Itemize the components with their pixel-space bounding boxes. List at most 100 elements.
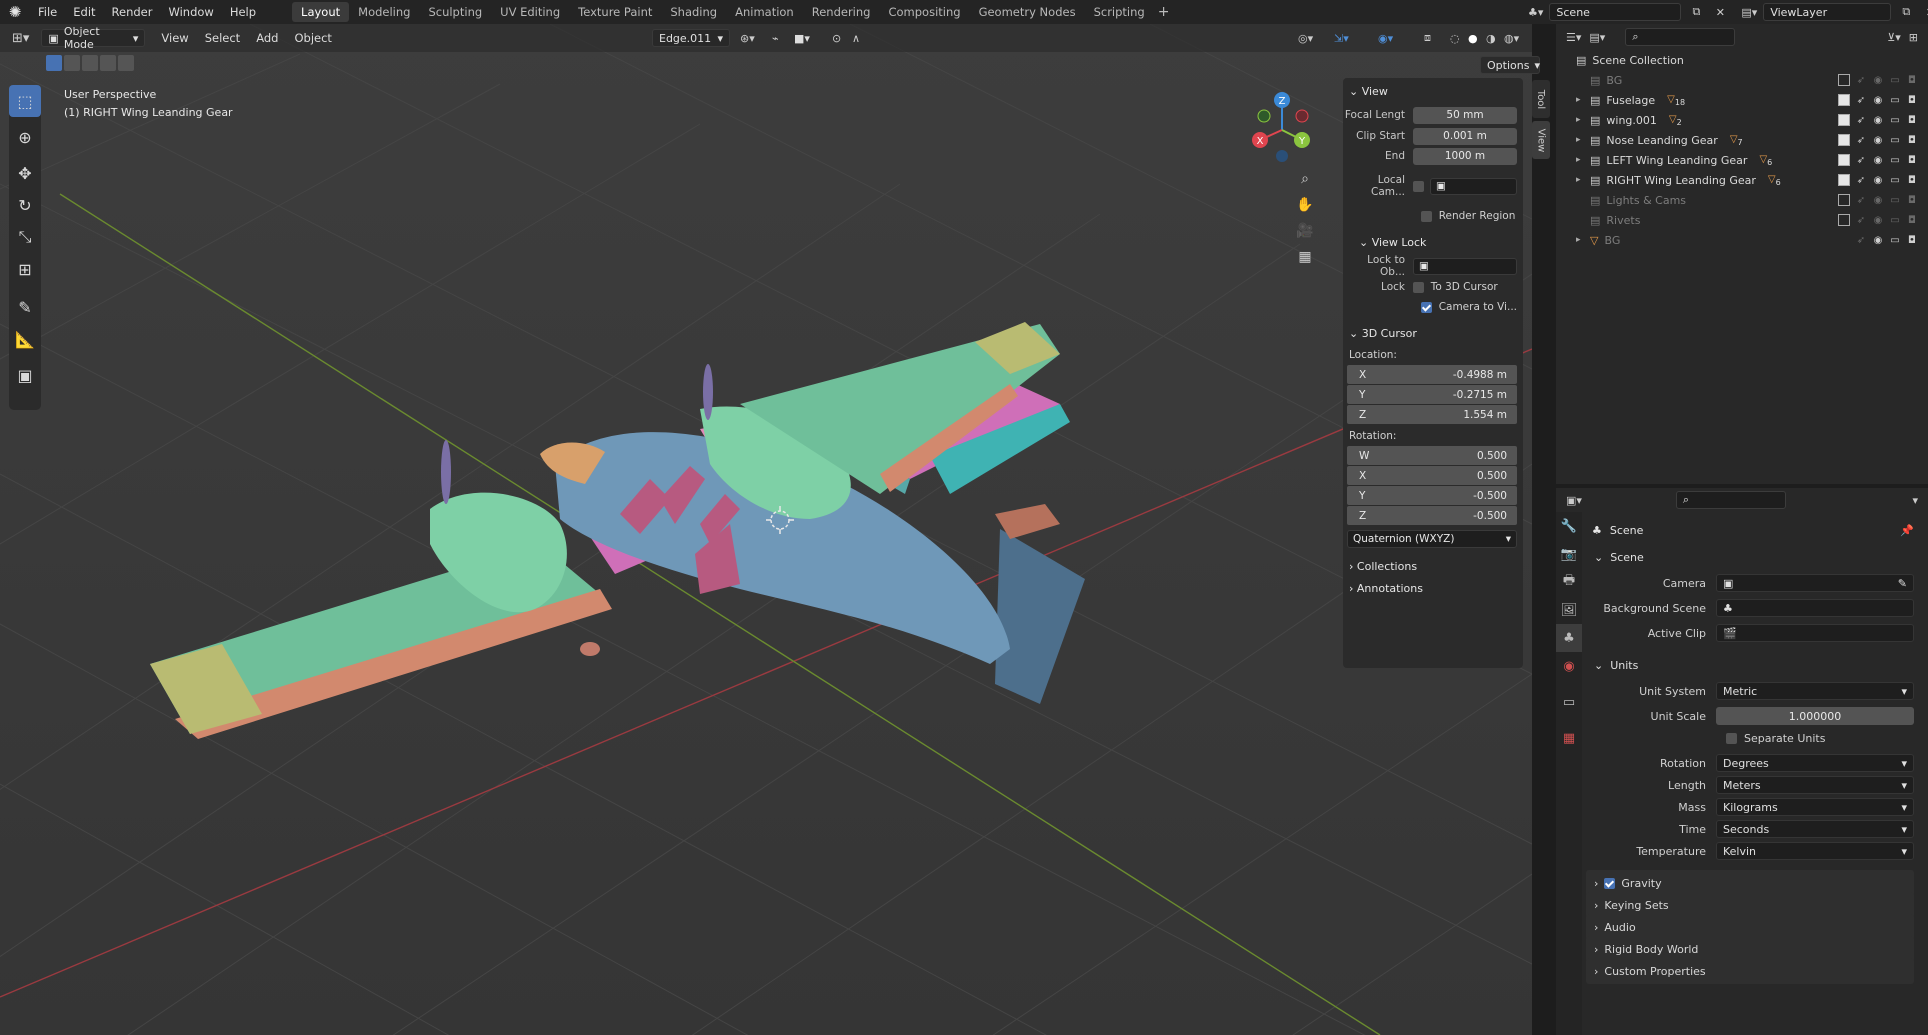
selectable-icon[interactable]: ➶ bbox=[1855, 234, 1867, 246]
exclude-checkbox-icon[interactable] bbox=[1838, 194, 1850, 206]
clip-start-field[interactable]: 0.001 m bbox=[1413, 127, 1517, 145]
unit-scale-field[interactable]: 1.000000 bbox=[1716, 707, 1914, 725]
time-units-dropdown[interactable]: Seconds ▾ bbox=[1716, 820, 1914, 838]
local-camera-checkbox[interactable] bbox=[1413, 180, 1424, 192]
separate-units-checkbox[interactable] bbox=[1726, 732, 1737, 744]
select-subtract-icon[interactable] bbox=[82, 55, 98, 71]
eye-icon[interactable]: ◉ bbox=[1872, 74, 1884, 86]
lock-to-3d-cursor-checkbox[interactable] bbox=[1413, 281, 1424, 293]
tool-tab-icon[interactable]: 🔧 bbox=[1556, 512, 1582, 540]
exclude-checkbox-icon[interactable] bbox=[1838, 214, 1850, 226]
annotations-header[interactable]: › Annotations bbox=[1343, 578, 1523, 598]
expand-arrow-icon[interactable]: ▸ bbox=[1576, 155, 1590, 165]
tab-scripting[interactable]: Scripting bbox=[1085, 2, 1154, 22]
exclude-checkbox-icon[interactable] bbox=[1838, 134, 1850, 146]
outliner-row[interactable]: ▸ ▤ RIGHT Wing Leanding Gear ▽6 ➶ ◉ ▭ ◘ bbox=[1556, 170, 1928, 190]
tab-rendering[interactable]: Rendering bbox=[803, 2, 880, 22]
navigation-gizmo[interactable]: Z X Y bbox=[1246, 86, 1316, 166]
snap-target-icon[interactable]: ■▾ bbox=[794, 32, 810, 45]
viewport-disable-icon[interactable]: ▭ bbox=[1889, 134, 1901, 146]
ortho-grid-icon[interactable]: ▦ bbox=[1296, 248, 1314, 266]
viewport-menu-add[interactable]: Add bbox=[248, 31, 286, 45]
selectable-icon[interactable]: ➶ bbox=[1855, 94, 1867, 106]
outliner-row[interactable]: ▸ ▤ wing.001 ▽2 ➶ ◉ ▭ ◘ bbox=[1556, 110, 1928, 130]
select-new-icon[interactable] bbox=[46, 55, 62, 71]
eye-icon[interactable]: ◉ bbox=[1872, 114, 1884, 126]
viewport-disable-icon[interactable]: ▭ bbox=[1889, 194, 1901, 206]
viewport-disable-icon[interactable]: ▭ bbox=[1889, 114, 1901, 126]
properties-search-input[interactable]: ⌕ bbox=[1675, 491, 1786, 509]
properties-editor-icon[interactable]: ▣▾ bbox=[1566, 494, 1582, 507]
outliner-row[interactable]: ▸ ▤ Fuselage ▽18 ➶ ◉ ▭ ◘ bbox=[1556, 90, 1928, 110]
exclude-checkbox-icon[interactable] bbox=[1838, 174, 1850, 186]
scene-icon[interactable]: ♣▾ bbox=[1528, 6, 1543, 19]
outliner-row[interactable]: ▸ ▤ Nose Leanding Gear ▽7 ➶ ◉ ▭ ◘ bbox=[1556, 130, 1928, 150]
cursor-icon[interactable]: ⊕ bbox=[9, 121, 41, 153]
filter-icon[interactable]: ⊻▾ bbox=[1887, 31, 1901, 44]
view-section-header[interactable]: ⌄ View bbox=[1343, 81, 1523, 101]
render-camera-icon[interactable]: ◘ bbox=[1906, 174, 1918, 186]
camera-view-icon[interactable]: 🎥 bbox=[1296, 222, 1314, 240]
viewport-disable-icon[interactable]: ▭ bbox=[1889, 94, 1901, 106]
selectable-icon[interactable]: ➶ bbox=[1855, 114, 1867, 126]
selectable-icon[interactable]: ➶ bbox=[1855, 194, 1867, 206]
wireframe-shading-icon[interactable]: ◌ bbox=[1450, 32, 1460, 45]
focal-length-field[interactable]: 50 mm bbox=[1413, 106, 1517, 124]
section-custom-properties[interactable]: › Custom Properties bbox=[1586, 958, 1914, 984]
render-camera-icon[interactable]: ◘ bbox=[1906, 134, 1918, 146]
3d-cursor-header[interactable]: ⌄ 3D Cursor bbox=[1343, 323, 1523, 343]
transform-icon[interactable]: ⊞ bbox=[9, 253, 41, 285]
new-view-layer-icon[interactable]: ⧉ bbox=[1897, 3, 1915, 21]
zoom-icon[interactable]: ⌕ bbox=[1296, 170, 1314, 188]
render-tab-icon[interactable]: 📷 bbox=[1556, 540, 1582, 568]
annotate-icon[interactable]: ✎ bbox=[9, 291, 41, 323]
tab-geometry-nodes[interactable]: Geometry Nodes bbox=[970, 2, 1085, 22]
location-z-field[interactable]: Z 1.554 m bbox=[1347, 405, 1517, 424]
outliner-row[interactable]: ▤ Rivets ➶ ◉ ▭ ◘ bbox=[1556, 210, 1928, 230]
view-layer-selector[interactable]: ViewLayer bbox=[1763, 3, 1892, 21]
tab-compositing[interactable]: Compositing bbox=[879, 2, 969, 22]
outliner-row[interactable]: ▸ ▽ BG ➶ ◉ ▭ ◘ bbox=[1556, 230, 1928, 250]
rotation-w-field[interactable]: W 0.500 bbox=[1347, 446, 1517, 465]
measure-icon[interactable]: 📐 bbox=[9, 323, 41, 355]
local-camera-field[interactable]: ▣ bbox=[1430, 177, 1517, 195]
temperature-units-dropdown[interactable]: Kelvin ▾ bbox=[1716, 842, 1914, 860]
eye-icon[interactable]: ◉ bbox=[1872, 174, 1884, 186]
render-camera-icon[interactable]: ◘ bbox=[1906, 94, 1918, 106]
editor-type-icon[interactable]: ⊞▾ bbox=[12, 31, 29, 46]
select-extend-icon[interactable] bbox=[64, 55, 80, 71]
view-layer-icon[interactable]: ▤▾ bbox=[1741, 6, 1757, 19]
camera-field[interactable]: ▣ ✎ bbox=[1716, 574, 1914, 592]
viewport-disable-icon[interactable]: ▭ bbox=[1889, 234, 1901, 246]
collections-header[interactable]: › Collections bbox=[1343, 556, 1523, 576]
outliner-row[interactable]: ▤ BG ➶ ◉ ▭ ◘ bbox=[1556, 70, 1928, 90]
snap-icon[interactable]: ⌁ bbox=[772, 32, 779, 45]
exclude-checkbox-icon[interactable] bbox=[1838, 74, 1850, 86]
tab-layout[interactable]: Layout bbox=[292, 2, 350, 22]
visibility-icon[interactable]: ◎▾ bbox=[1298, 32, 1313, 45]
outliner-search-input[interactable]: ⌕ bbox=[1625, 28, 1736, 46]
menu-render[interactable]: Render bbox=[104, 5, 161, 19]
outliner-editor-icon[interactable]: ☰▾ bbox=[1566, 31, 1581, 44]
select-invert-icon[interactable] bbox=[100, 55, 116, 71]
exclude-checkbox-icon[interactable] bbox=[1838, 114, 1850, 126]
rotation-units-dropdown[interactable]: Degrees ▾ bbox=[1716, 754, 1914, 772]
scale-icon[interactable]: ⤡ bbox=[9, 221, 41, 253]
new-scene-icon[interactable]: ⧉ bbox=[1687, 3, 1705, 21]
rotate-icon[interactable]: ↻ bbox=[9, 189, 41, 221]
exclude-checkbox-icon[interactable] bbox=[1838, 94, 1850, 106]
transform-pivot-icon[interactable]: ⊛▾ bbox=[740, 32, 755, 45]
gizmo-icon[interactable]: ⇲▾ bbox=[1334, 32, 1349, 45]
rotation-mode-dropdown[interactable]: Quaternion (WXYZ) ▾ bbox=[1347, 530, 1517, 548]
tab-uv-editing[interactable]: UV Editing bbox=[491, 2, 569, 22]
eye-icon[interactable]: ◉ bbox=[1872, 154, 1884, 166]
rendered-shading-icon[interactable]: ◍▾ bbox=[1504, 32, 1519, 45]
rotation-x-field[interactable]: X 0.500 bbox=[1347, 466, 1517, 485]
tab-view[interactable]: View bbox=[1532, 121, 1550, 159]
new-collection-icon[interactable]: ⊞ bbox=[1909, 31, 1918, 44]
tab-texture-paint[interactable]: Texture Paint bbox=[569, 2, 661, 22]
eye-icon[interactable]: ◉ bbox=[1872, 214, 1884, 226]
pin-icon[interactable]: 📌 bbox=[1900, 524, 1914, 537]
active-clip-field[interactable]: 🎬 bbox=[1716, 624, 1914, 642]
add-workspace-icon[interactable]: + bbox=[1158, 4, 1170, 20]
